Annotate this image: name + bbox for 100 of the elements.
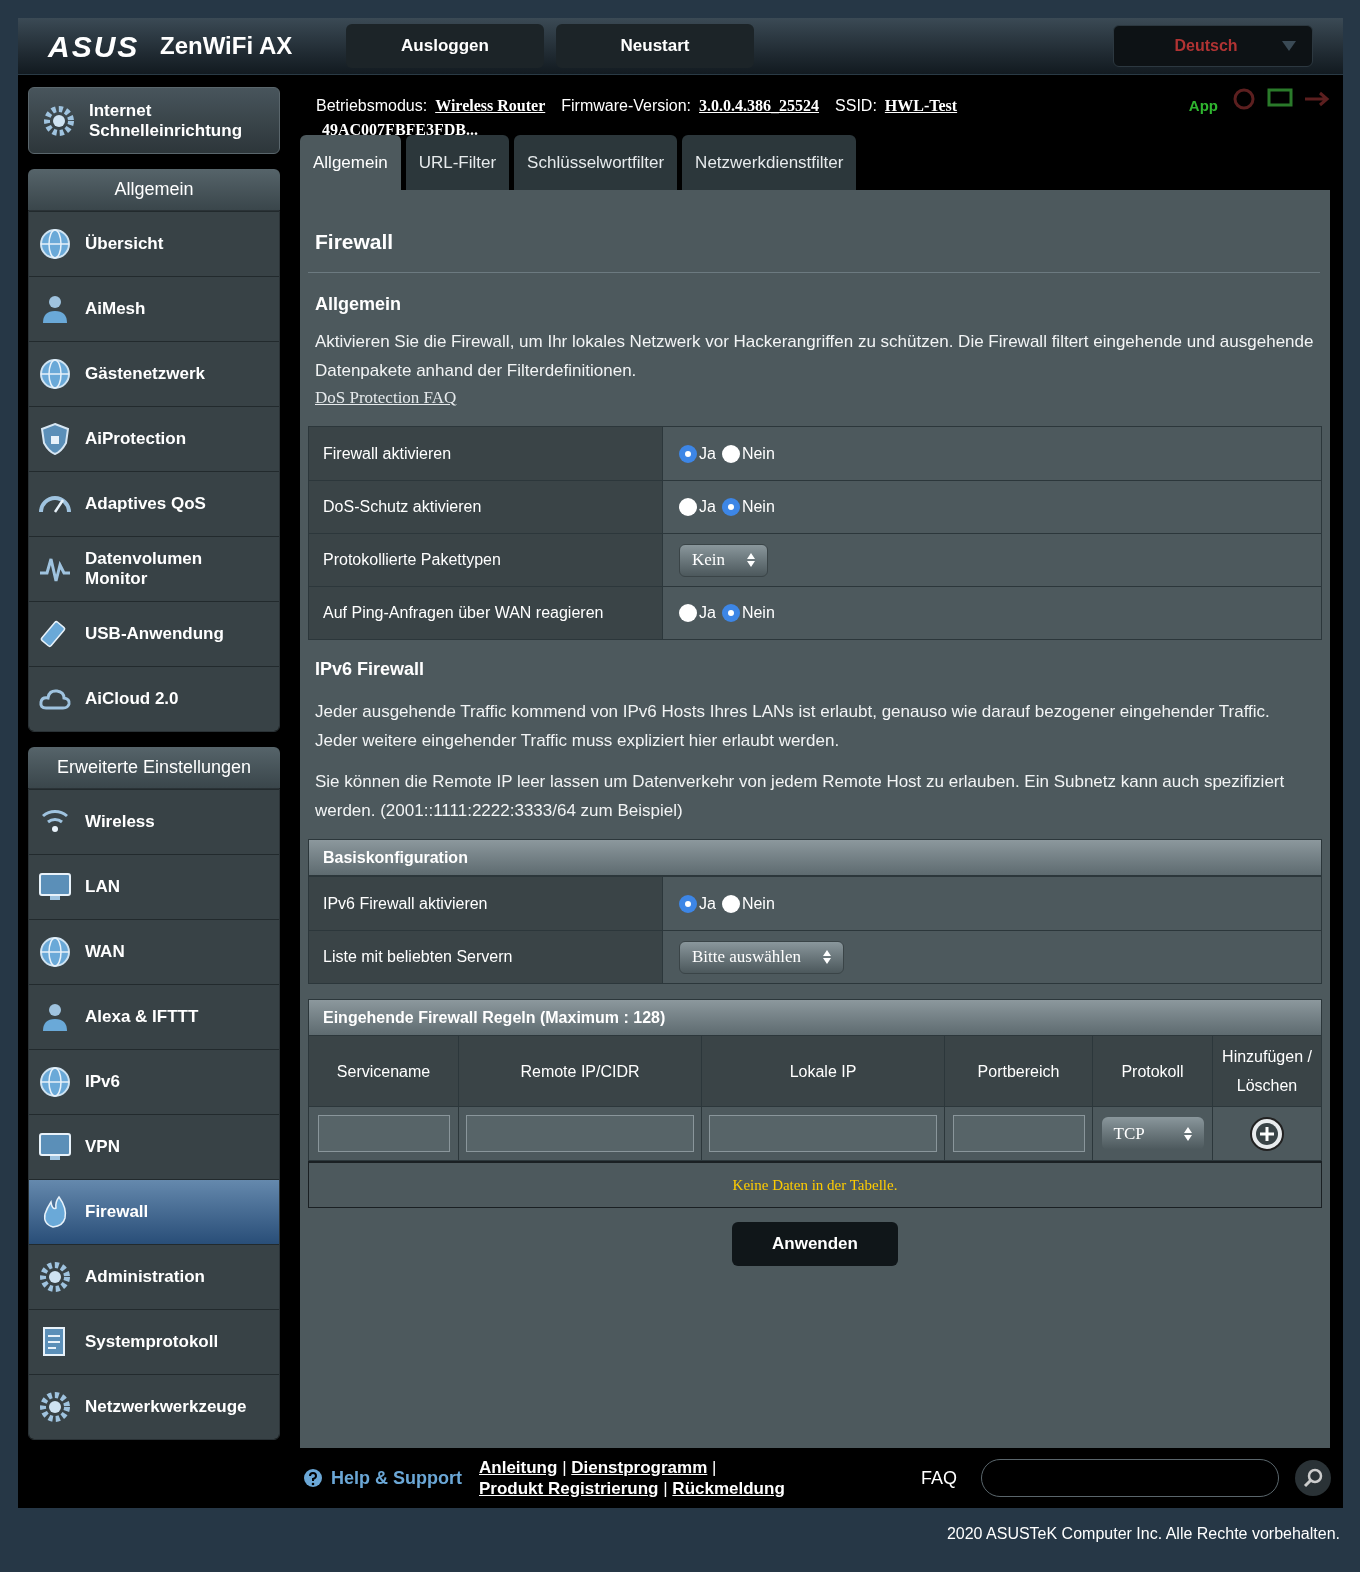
column-header: Portbereich: [977, 1061, 1060, 1082]
sidebar-item[interactable]: Übersicht: [29, 211, 279, 276]
sidebar-item[interactable]: Gästenetzwerk: [29, 341, 279, 406]
sidebar-item[interactable]: AiProtection: [29, 406, 279, 471]
column-header: Servicename: [336, 1061, 431, 1082]
question-icon: [303, 1468, 323, 1488]
globe-icon: [37, 356, 73, 392]
setting-label: Auf Ping-Anfragen über WAN reagieren: [309, 587, 663, 639]
setting-label: DoS-Schutz aktivieren: [309, 481, 663, 533]
tab[interactable]: URL-Filter: [405, 135, 510, 190]
updown-arrows-icon: [823, 950, 832, 964]
updown-arrows-icon: [747, 553, 756, 567]
input-field[interactable]: [466, 1115, 694, 1152]
link-separator: |: [562, 1458, 567, 1477]
sidebar-section-title: Allgemein: [28, 169, 280, 210]
copyright-text: 2020 ASUSTeK Computer Inc. Alle Rechte vorbehalten.: [946, 1524, 1340, 1544]
sidebar-item[interactable]: Systemprotokoll: [29, 1309, 279, 1374]
search-button[interactable]: [1295, 1460, 1331, 1496]
radio-option[interactable]: Nein: [721, 441, 775, 466]
radio-button[interactable]: [721, 444, 740, 463]
footer-link[interactable]: Dienstprogramm: [571, 1458, 708, 1477]
ssid-link[interactable]: HWL-Test: [884, 94, 958, 118]
radio-option[interactable]: Ja: [679, 891, 716, 916]
gear-icon: [37, 1259, 73, 1295]
sidebar-item[interactable]: IPv6: [29, 1049, 279, 1114]
radio-button[interactable]: [679, 444, 697, 463]
footer-link[interactable]: Anleitung: [479, 1458, 558, 1477]
tab[interactable]: Allgemein: [300, 135, 401, 190]
setting-label: IPv6 Firewall aktivieren: [309, 877, 663, 930]
input-field[interactable]: [952, 1115, 1085, 1152]
search-icon: [1303, 1468, 1323, 1488]
radio-option[interactable]: Ja: [679, 441, 716, 466]
input-field[interactable]: [709, 1115, 937, 1152]
sidebar-item[interactable]: AiCloud 2.0: [29, 666, 279, 731]
mode-link[interactable]: Wireless Router: [435, 94, 546, 118]
column-header: Hinzufügen / Löschen: [1221, 1047, 1313, 1096]
brand-logo: ASUS: [48, 28, 141, 65]
sidebar-item[interactable]: Adaptives QoS: [29, 471, 279, 536]
sidebar-item[interactable]: AiMesh: [29, 276, 279, 341]
faq-label: FAQ: [921, 1466, 957, 1490]
radio-button[interactable]: [679, 498, 697, 516]
quick-setup-item[interactable]: Internet Schnelleinrichtung: [28, 87, 280, 154]
select-dropdown[interactable]: Kein: [679, 543, 769, 577]
sidebar-item[interactable]: Netzwerkwerkzeuge: [29, 1374, 279, 1439]
sidebar-item[interactable]: Firewall: [29, 1179, 279, 1244]
product-name: ZenWiFi AX: [160, 31, 294, 61]
radio-button[interactable]: [721, 604, 740, 622]
header-button[interactable]: Neustart: [556, 24, 754, 68]
apply-button[interactable]: Anwenden: [732, 1222, 898, 1266]
radio-option[interactable]: Nein: [721, 495, 775, 519]
radio-button[interactable]: [721, 498, 740, 516]
sidebar-item[interactable]: Administration: [29, 1244, 279, 1309]
page-title: Firewall: [315, 229, 395, 255]
radio-option[interactable]: Ja: [679, 495, 716, 519]
faq-search-field[interactable]: [981, 1459, 1279, 1497]
setting-label: Protokollierte Pakettypen: [309, 534, 663, 586]
updown-arrows-icon: [1183, 1126, 1192, 1141]
firmware-label: Firmware-Version:: [561, 96, 692, 116]
app-link[interactable]: App: [1188, 95, 1218, 118]
description-text: Sie können die Remote IP leer lassen um Datenverkehr von jedem Remote Host zu erlauben. Ein Subnetz kann auch spezifiziert werden. (2001::1111:2222:3333/64 zum Beispiel): [314, 771, 1286, 822]
globe-icon: [37, 226, 73, 262]
protocol-dropdown[interactable]: TCP: [1101, 1117, 1204, 1150]
faq-link[interactable]: DoS Protection FAQ: [308, 384, 464, 410]
sidebar-item[interactable]: VPN: [29, 1114, 279, 1179]
select-dropdown[interactable]: Bitte auswählen: [679, 940, 845, 974]
radio-option[interactable]: Nein: [721, 891, 775, 916]
footer-link[interactable]: Rückmeldung: [672, 1479, 785, 1498]
sidebar-item[interactable]: LAN: [29, 854, 279, 919]
radio-button[interactable]: [721, 894, 740, 913]
link-separator: |: [663, 1479, 668, 1498]
add-button[interactable]: [1249, 1115, 1285, 1152]
sidebar-item[interactable]: Alexa & IFTTT: [29, 984, 279, 1049]
setting-label: Liste mit beliebten Servern: [309, 931, 663, 983]
tab[interactable]: Netzwerkdienstfilter: [682, 135, 857, 190]
input-field[interactable]: [317, 1115, 450, 1152]
radio-option[interactable]: Ja: [679, 601, 716, 625]
sidebar-item[interactable]: USB-Anwendung: [29, 601, 279, 666]
table-header-bar: Basiskonfiguration: [308, 839, 1322, 876]
radio-button[interactable]: [679, 604, 697, 622]
tab[interactable]: Schlüsselwortfilter: [514, 135, 678, 190]
firmware-link[interactable]: 3.0.0.4.386_25524: [699, 94, 820, 118]
header-button[interactable]: Ausloggen: [346, 24, 544, 68]
column-header: Lokale IP: [789, 1061, 857, 1082]
radio-option[interactable]: Nein: [721, 601, 775, 625]
caret-icon: [1282, 41, 1296, 51]
column-header: Protokoll: [1121, 1061, 1184, 1082]
footer-link[interactable]: Produkt Registrierung: [479, 1479, 659, 1498]
sidebar-item[interactable]: Wireless: [29, 789, 279, 854]
sidebar-item[interactable]: WAN: [29, 919, 279, 984]
empty-table-message: Keine Daten in der Tabelle.: [732, 1175, 898, 1195]
help-link[interactable]: Help & Support: [303, 1464, 463, 1492]
gear-icon: [37, 1389, 73, 1425]
sidebar-item[interactable]: Datenvolumen Monitor: [29, 536, 279, 601]
globe-icon: [37, 934, 73, 970]
sidebar-section-title: Erweiterte Einstellungen: [28, 747, 280, 788]
globe-icon: [37, 1064, 73, 1100]
radio-button[interactable]: [679, 894, 697, 913]
mode-label: Betriebsmodus:: [316, 96, 428, 116]
section-heading: IPv6 Firewall: [314, 658, 426, 681]
ssid-label: SSID:: [835, 96, 877, 116]
